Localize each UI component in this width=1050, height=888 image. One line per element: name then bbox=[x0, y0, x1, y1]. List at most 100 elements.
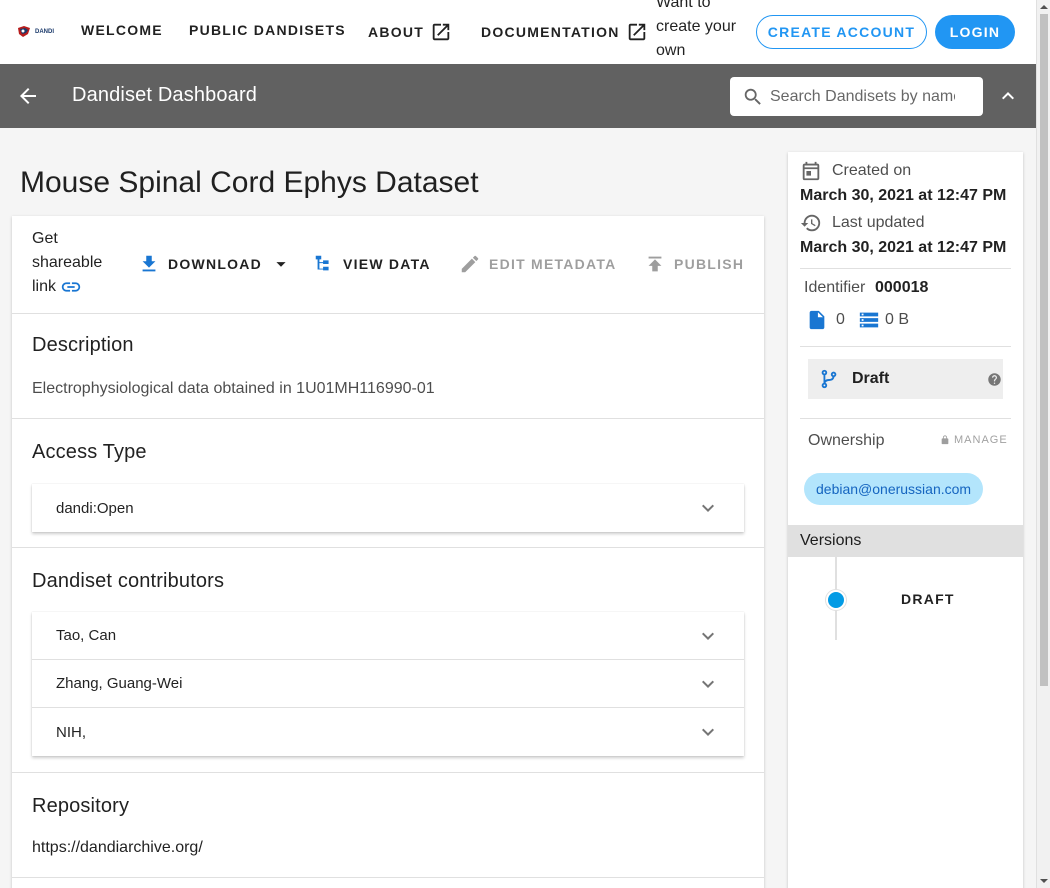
manage-owners-button[interactable]: MANAGE bbox=[940, 434, 1008, 446]
logo-text: DANDI bbox=[35, 29, 54, 35]
access-type-panel[interactable]: dandi:Open bbox=[32, 484, 744, 532]
divider bbox=[800, 346, 1011, 347]
nav-public-dandisets-label: PUBLIC DANDISETS bbox=[189, 22, 346, 38]
owner-chip[interactable]: debian@onerussian.com bbox=[804, 473, 984, 505]
pencil-icon bbox=[461, 255, 479, 273]
description-text: Electrophysiological data obtained in 1U… bbox=[32, 380, 435, 397]
version-draft-button[interactable]: DRAFT bbox=[901, 591, 955, 607]
access-type-value: dandi:Open bbox=[56, 499, 134, 517]
chevron-down-icon[interactable] bbox=[696, 496, 720, 520]
scroll-down-arrow-icon[interactable] bbox=[1040, 877, 1048, 885]
file-count-value: 0 bbox=[836, 311, 845, 328]
scrollbar-thumb[interactable] bbox=[1040, 14, 1048, 686]
version-status: Draft bbox=[808, 359, 1003, 399]
created-label: Created on bbox=[832, 162, 912, 179]
version-dot bbox=[826, 590, 846, 610]
file-tree-icon bbox=[315, 255, 329, 271]
contributors-section: Dandiset contributors Tao, Can Zhang, Gu… bbox=[12, 548, 764, 773]
description-section: Description Electrophysiological data ob… bbox=[12, 314, 764, 419]
updated-date: March 30, 2021 at 12:47 PM bbox=[800, 239, 1007, 256]
created-date: March 30, 2021 at 12:47 PM bbox=[800, 187, 1007, 204]
file-count: 0 bbox=[806, 309, 845, 331]
divider bbox=[800, 418, 1011, 419]
updated-label: Last updated bbox=[832, 214, 925, 231]
access-type-heading: Access Type bbox=[32, 441, 147, 463]
dataset-size-value: 0 B bbox=[885, 311, 910, 328]
created-row: Created on bbox=[800, 160, 911, 182]
updated-row: Last updated bbox=[800, 212, 925, 234]
repository-section: Repository https://dandiarchive.org/ bbox=[12, 773, 764, 878]
search-input[interactable] bbox=[770, 87, 955, 106]
dandi-logo[interactable]: DANDI bbox=[16, 23, 58, 41]
publish-icon bbox=[648, 256, 662, 272]
download-icon bbox=[142, 255, 156, 272]
top-nav: DANDI WELCOME PUBLIC DANDISETS ABOUT DOC… bbox=[0, 0, 1036, 83]
chevron-up-icon[interactable] bbox=[996, 84, 1020, 108]
dashboard-title: Dandiset Dashboard bbox=[72, 84, 258, 106]
divider bbox=[800, 268, 1011, 269]
open-in-new-icon bbox=[628, 23, 645, 41]
edit-metadata-button[interactable]: EDIT METADATA bbox=[459, 253, 616, 275]
contributors-heading: Dandiset contributors bbox=[32, 570, 225, 592]
action-toolbar: Get shareable link DOWNLOAD VIEW DATA ED… bbox=[12, 216, 764, 314]
scroll-up-arrow-icon[interactable] bbox=[1040, 3, 1048, 11]
calendar-icon bbox=[802, 161, 820, 181]
dataset-size: 0 B bbox=[858, 309, 909, 331]
arrow-drop-down-icon bbox=[276, 262, 286, 267]
publish-label: PUBLISH bbox=[674, 256, 745, 272]
source-branch-icon bbox=[821, 369, 837, 389]
access-type-row[interactable]: dandi:Open bbox=[32, 484, 744, 532]
download-button[interactable]: DOWNLOAD bbox=[138, 253, 292, 275]
contributors-panel: Tao, Can Zhang, Guang-Wei NIH, bbox=[32, 612, 744, 756]
dandiset-main-card: Get shareable link DOWNLOAD VIEW DATA ED… bbox=[12, 216, 764, 888]
contributor-row[interactable]: NIH, bbox=[32, 708, 744, 756]
ownership-label: Ownership bbox=[808, 432, 885, 449]
edit-metadata-label: EDIT METADATA bbox=[489, 256, 617, 272]
contributor-row[interactable]: Tao, Can bbox=[32, 612, 744, 660]
nav-welcome[interactable]: WELCOME bbox=[81, 22, 163, 38]
access-type-section: Access Type dandi:Open bbox=[12, 419, 764, 548]
publish-button[interactable]: PUBLISH bbox=[644, 253, 744, 275]
contributor-name: NIH, bbox=[56, 723, 86, 741]
nav-about[interactable]: ABOUT bbox=[368, 21, 452, 43]
view-data-label: VIEW DATA bbox=[343, 256, 431, 272]
arrow-back-icon[interactable] bbox=[16, 84, 40, 108]
download-label: DOWNLOAD bbox=[168, 256, 262, 272]
search-icon bbox=[744, 88, 761, 105]
dandi-logo-icon bbox=[18, 26, 30, 37]
database-icon bbox=[859, 312, 879, 328]
nav-documentation-label: DOCUMENTATION bbox=[481, 24, 620, 40]
login-button[interactable]: LOGIN bbox=[935, 15, 1015, 49]
view-data-button[interactable]: VIEW DATA bbox=[313, 253, 431, 275]
description-heading: Description bbox=[32, 334, 134, 356]
version-status-label: Draft bbox=[852, 370, 890, 387]
page-scrollbar[interactable] bbox=[1036, 0, 1050, 888]
lock-icon bbox=[941, 435, 949, 445]
versions-header: Versions bbox=[788, 525, 1023, 557]
open-in-new-icon bbox=[432, 23, 450, 41]
dandiset-sidebar: Created on March 30, 2021 at 12:47 PM La… bbox=[788, 152, 1023, 888]
repository-link[interactable]: https://dandiarchive.org/ bbox=[32, 839, 203, 857]
help-icon[interactable] bbox=[987, 372, 1002, 387]
dandiset-title: Mouse Spinal Cord Ephys Dataset bbox=[20, 166, 479, 199]
file-icon bbox=[809, 310, 825, 330]
nav-documentation[interactable]: DOCUMENTATION bbox=[481, 21, 648, 43]
chevron-down-icon[interactable] bbox=[696, 672, 720, 696]
nav-public-dandisets[interactable]: PUBLIC DANDISETS bbox=[189, 22, 346, 38]
manage-label: MANAGE bbox=[954, 434, 1008, 446]
contributor-row[interactable]: Zhang, Guang-Wei bbox=[32, 660, 744, 708]
share-link-button[interactable]: Get shareable link bbox=[32, 227, 112, 299]
history-icon bbox=[800, 214, 821, 232]
dashboard-header: Dandiset Dashboard bbox=[0, 64, 1036, 128]
create-account-button[interactable]: CREATE ACCOUNT bbox=[756, 15, 927, 49]
repository-heading: Repository bbox=[32, 795, 130, 817]
chevron-down-icon[interactable] bbox=[696, 624, 720, 648]
link-icon bbox=[62, 282, 81, 292]
nav-about-label: ABOUT bbox=[368, 24, 425, 40]
nav-welcome-label: WELCOME bbox=[81, 22, 163, 38]
contributor-name: Zhang, Guang-Wei bbox=[56, 675, 183, 692]
identifier-label: Identifier bbox=[804, 279, 866, 296]
chevron-down-icon[interactable] bbox=[696, 720, 720, 744]
contributor-name: Tao, Can bbox=[56, 627, 117, 644]
search-box[interactable] bbox=[730, 77, 983, 116]
